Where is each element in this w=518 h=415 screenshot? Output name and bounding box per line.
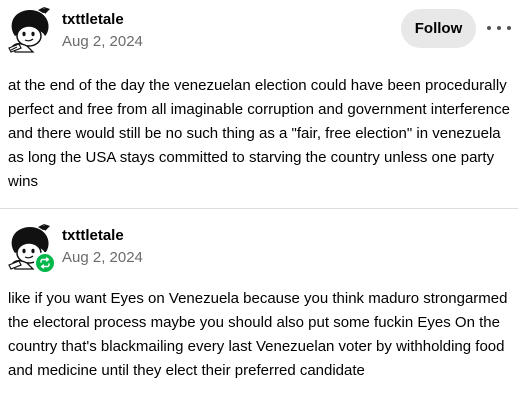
username[interactable]: txttletale: [62, 11, 124, 28]
post-card: txttletale Aug 2, 2024 like if you want …: [0, 216, 518, 415]
dot: [497, 26, 501, 30]
follow-button[interactable]: Follow: [401, 9, 476, 48]
dot: [507, 26, 511, 30]
post-body: like if you want Eyes on Venezuela becau…: [8, 290, 508, 379]
divider: [0, 208, 518, 209]
post-body: at the end of the day the venezuelan ele…: [8, 77, 510, 190]
post-card: txttletale Aug 2, 2024 Follow at the end…: [0, 0, 518, 208]
mafalda-avatar-icon: [8, 7, 50, 53]
post-date[interactable]: Aug 2, 2024: [62, 33, 143, 50]
dot: [487, 26, 491, 30]
more-options-icon[interactable]: [487, 20, 511, 36]
avatar[interactable]: [5, 223, 56, 274]
reblog-icon: [34, 252, 56, 274]
post-date[interactable]: Aug 2, 2024: [62, 249, 143, 266]
avatar[interactable]: [5, 6, 53, 54]
username[interactable]: txttletale: [62, 227, 124, 244]
